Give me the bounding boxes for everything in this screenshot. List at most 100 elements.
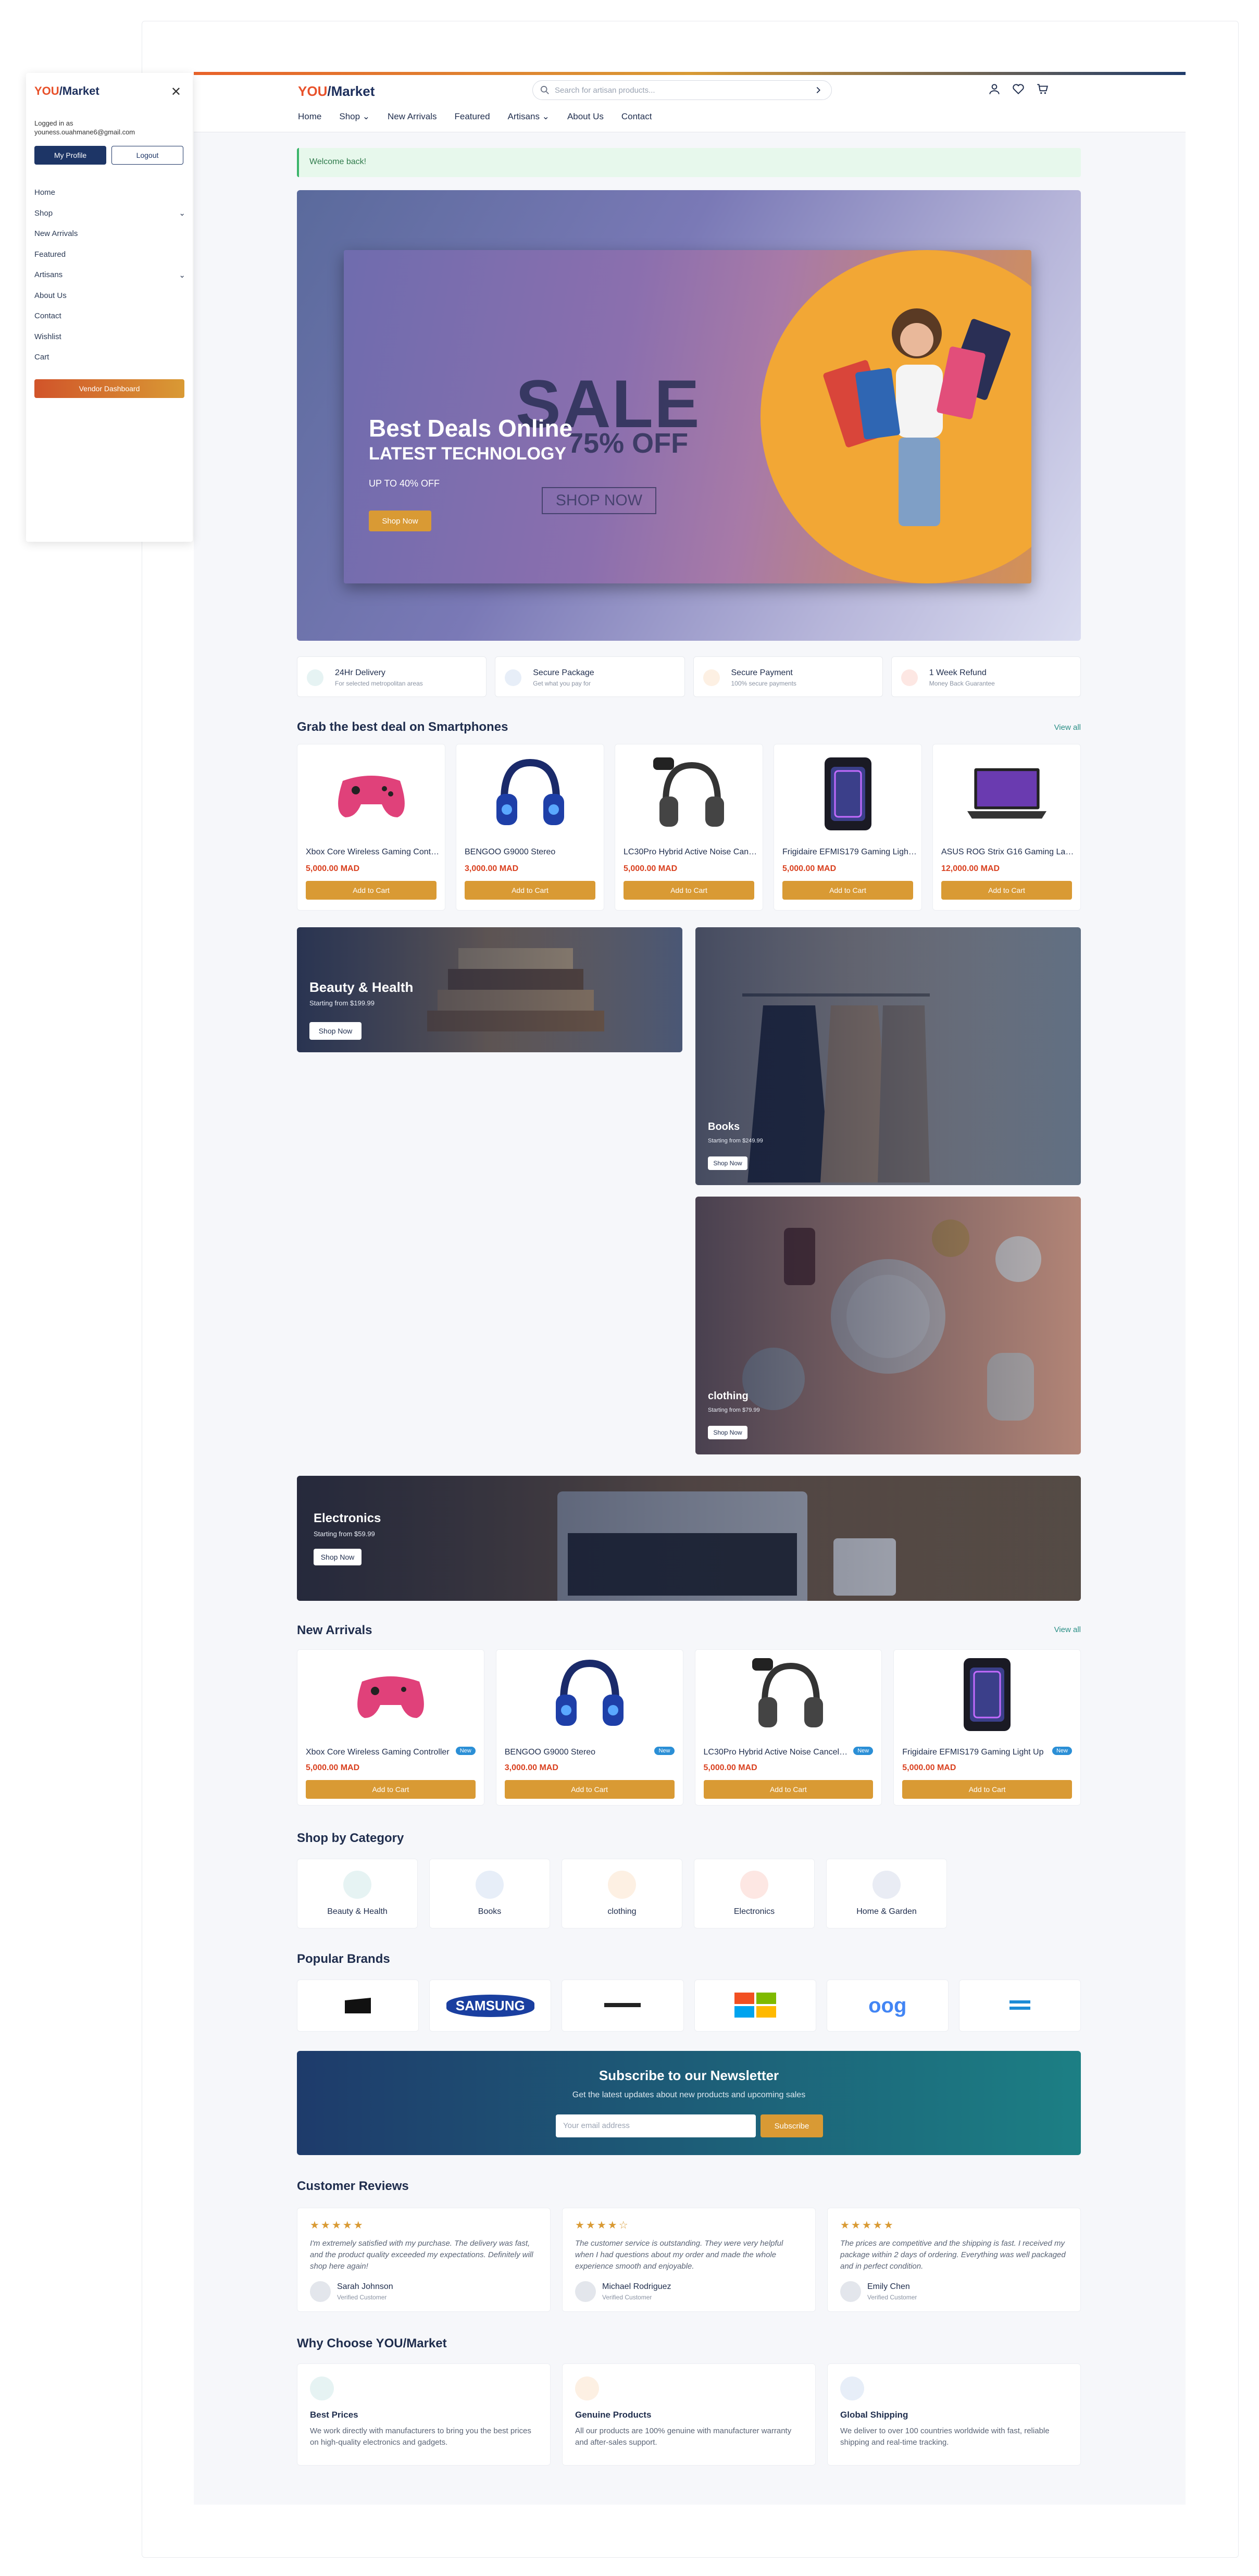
vendor-dashboard-button[interactable]: Vendor Dashboard [34,379,184,398]
promo-overlay [695,927,1081,1185]
sidebar-logo[interactable]: YOU/Market [34,84,99,98]
product-card[interactable]: New Frigidaire EFMIS179 Gaming Light Up … [893,1649,1081,1806]
sidebar-item-home[interactable]: Home [34,182,185,203]
hero-bg-discount-text: 75% OFF [568,428,689,459]
review-text: The customer service is outstanding. The… [575,2239,783,2271]
product-name[interactable]: Frigidaire EFMIS179 Gaming Light Up [782,848,918,857]
promo-clothing[interactable]: clothing Starting from $79.99 Shop Now [695,1197,1081,1454]
product-name[interactable]: BENGOO G9000 Stereo [505,1748,651,1757]
category-books[interactable]: Books [429,1859,550,1928]
brand-logo-1[interactable] [297,1980,419,2032]
nav-artisans[interactable]: Artisans ⌄ [508,111,550,127]
subscribe-button[interactable]: Subscribe [761,2114,823,2137]
add-to-cart-button[interactable]: Add to Cart [941,881,1072,900]
add-to-cart-button[interactable]: Add to Cart [782,881,913,900]
heart-icon[interactable] [1012,82,1025,96]
product-card[interactable]: New Xbox Core Wireless Gaming Controller… [297,1649,484,1806]
sidebar-item-about[interactable]: About Us [34,285,185,306]
promo-books[interactable]: Books Starting from $249.99 Shop Now [695,927,1081,1185]
main-nav: Home Shop ⌄ New Arrivals Featured Artisa… [298,111,652,127]
reviewer-role: Verified Customer [337,2294,387,2301]
smartphones-view-all-link[interactable]: View all [1054,723,1081,732]
new-badge: New [853,1747,874,1755]
shop-now-button[interactable]: Shop Now [309,1022,362,1040]
product-name[interactable]: BENGOO G9000 Stereo [465,848,600,857]
category-beauty-health[interactable]: Beauty & Health [297,1859,418,1928]
logo-market: /Market [327,83,375,99]
logout-button[interactable]: Logout [111,146,183,165]
sidebar-item-label: Wishlist [34,332,61,341]
welcome-alert: Welcome back! [297,148,1081,177]
sidebar-item-artisans[interactable]: Artisans ⌄ [34,265,185,285]
sidebar-item-wishlist[interactable]: Wishlist [34,327,185,347]
shop-now-button[interactable]: Shop Now [708,1156,747,1170]
close-icon[interactable]: ✕ [171,84,181,99]
sidebar-item-contact[interactable]: Contact [34,306,185,327]
category-label: clothing [607,1907,637,1916]
shop-now-button[interactable]: Shop Now [708,1426,747,1439]
product-card[interactable]: Xbox Core Wireless Gaming Controller 5,0… [297,744,445,911]
product-card[interactable]: BENGOO G9000 Stereo 3,000.00 MAD Add to … [456,744,604,911]
product-card[interactable]: New BENGOO G9000 Stereo 3,000.00 MAD Add… [495,1649,683,1806]
product-card[interactable]: ASUS ROG Strix G16 Gaming Laptop 12,000.… [932,744,1081,911]
shop-now-button[interactable]: Shop Now [314,1549,362,1565]
sidebar-item-featured[interactable]: Featured [34,244,185,265]
promo-subtitle: Starting from $79.99 [708,1407,760,1413]
reviewer-name: Emily Chen [867,2282,910,2291]
search-input[interactable]: Search for artisan products... [555,86,655,95]
brand-logo-6[interactable] [958,1980,1081,2032]
add-to-cart-button[interactable]: Add to Cart [624,881,754,900]
nav-about[interactable]: About Us [567,111,604,127]
sidebar-item-cart[interactable]: Cart [34,347,185,368]
add-to-cart-button[interactable]: Add to Cart [902,1780,1072,1799]
hero-shop-now-button[interactable]: Shop Now [369,511,431,531]
product-name[interactable]: LC30Pro Hybrid Active Noise Cancelling [624,848,759,857]
site-logo[interactable]: YOU/Market [298,83,375,99]
product-card[interactable]: New LC30Pro Hybrid Active Noise Cancelli… [694,1649,882,1806]
why-card-desc: All our products are 100% genuine with m… [575,2426,792,2447]
my-profile-button[interactable]: My Profile [34,146,106,165]
add-to-cart-button[interactable]: Add to Cart [504,1780,675,1799]
category-electronics[interactable]: Electronics [694,1859,815,1928]
reviewer-name: Michael Rodriguez [602,2282,671,2291]
brand-logo-microsoft[interactable] [694,1980,816,2032]
brand-logo-google[interactable]: oog [826,1980,949,2032]
promo-subtitle: Starting from $59.99 [314,1530,375,1538]
product-card[interactable]: LC30Pro Hybrid Active Noise Cancelling 5… [615,744,763,911]
add-to-cart-button[interactable]: Add to Cart [306,1780,476,1799]
promo-beauty-health[interactable]: Beauty & Health Starting from $199.99 Sh… [297,927,682,1052]
feature-title: Secure Package [533,668,594,677]
sidebar-item-new-arrivals[interactable]: New Arrivals [34,223,185,244]
feature-delivery: 24Hr Delivery For selected metropolitan a… [297,656,487,697]
sidebar-item-shop[interactable]: Shop ⌄ [34,203,185,224]
cart-icon[interactable] [1036,82,1049,96]
product-name[interactable]: Xbox Core Wireless Gaming Controller [306,1748,452,1757]
product-name[interactable]: ASUS ROG Strix G16 Gaming Laptop [941,848,1077,857]
product-card[interactable]: Frigidaire EFMIS179 Gaming Light Up 5,00… [774,744,922,911]
product-name[interactable]: Xbox Core Wireless Gaming Controller [306,848,441,857]
feature-title: 1 Week Refund [929,668,987,677]
brand-logo-3[interactable] [562,1980,684,2032]
nav-home[interactable]: Home [298,111,321,127]
product-name[interactable]: Frigidaire EFMIS179 Gaming Light Up [902,1748,1048,1757]
category-clothing[interactable]: clothing [562,1859,682,1928]
nav-new-arrivals[interactable]: New Arrivals [388,111,437,127]
add-to-cart-button[interactable]: Add to Cart [465,881,595,900]
add-to-cart-button[interactable]: Add to Cart [306,881,437,900]
sidebar-item-label: Shop [34,208,53,218]
new-arrivals-view-all-link[interactable]: View all [1054,1625,1081,1634]
nav-contact[interactable]: Contact [621,111,652,127]
user-icon[interactable] [988,82,1001,96]
search-bar[interactable]: Search for artisan products... [532,80,832,100]
feature-desc: Money Back Guarantee [929,680,995,687]
email-field[interactable]: Your email address [556,2114,756,2137]
star-rating: ★★★★☆ [575,2220,630,2231]
product-name[interactable]: LC30Pro Hybrid Active Noise Cancelling [704,1748,850,1757]
category-home-garden[interactable]: Home & Garden [826,1859,947,1928]
brand-logo-samsung[interactable]: SAMSUNG [429,1980,552,2032]
add-to-cart-button[interactable]: Add to Cart [703,1780,874,1799]
chevron-right-icon[interactable] [814,85,823,95]
promo-electronics[interactable]: Electronics Starting from $59.99 Shop No… [297,1476,1081,1601]
nav-featured[interactable]: Featured [455,111,490,127]
nav-shop[interactable]: Shop ⌄ [339,111,370,127]
